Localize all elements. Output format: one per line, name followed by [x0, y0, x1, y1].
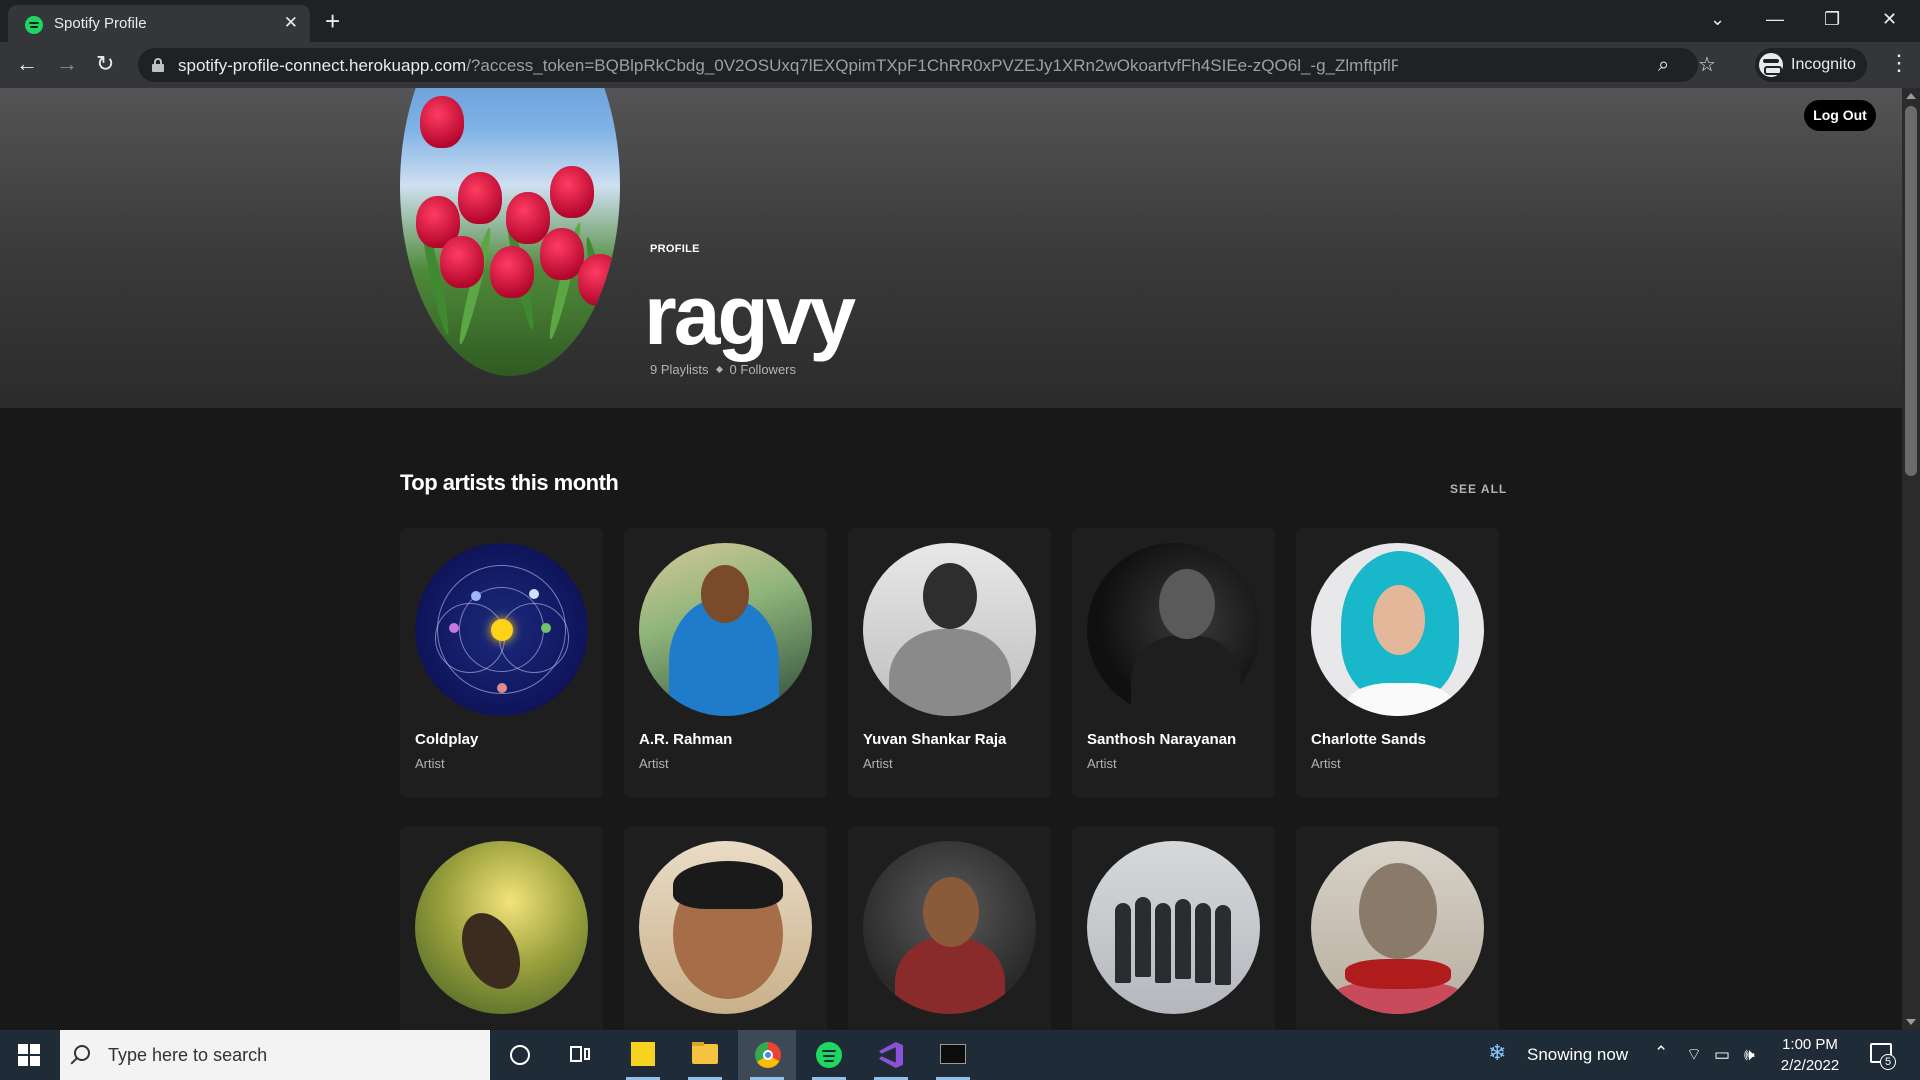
artist-type: Artist	[415, 756, 445, 771]
scroll-down-arrow-icon[interactable]	[1906, 1019, 1916, 1025]
taskbar-search-placeholder: Type here to search	[108, 1045, 268, 1065]
artist-image	[1087, 543, 1260, 716]
tab-search-chevron-icon[interactable]: ⌄	[1710, 8, 1725, 30]
artist-image	[639, 841, 812, 1014]
artist-name[interactable]: A.R. Rahman	[639, 731, 732, 748]
artist-card[interactable]	[400, 826, 603, 1030]
logout-button[interactable]: Log Out	[1804, 100, 1876, 131]
close-window-icon[interactable]: ✕	[1882, 8, 1897, 30]
cortana-icon[interactable]	[510, 1045, 530, 1065]
bookmark-star-icon[interactable]: ☆	[1698, 53, 1716, 77]
artist-card[interactable]: Yuvan Shankar Raja Artist	[848, 528, 1051, 798]
page-scrollbar[interactable]	[1902, 88, 1920, 1030]
artist-type: Artist	[1087, 756, 1117, 771]
spotify-favicon-icon	[25, 16, 43, 34]
chevron-up-icon[interactable]: ⌃	[1654, 1043, 1668, 1063]
artist-name[interactable]: Charlotte Sands	[1311, 731, 1426, 748]
artist-card[interactable]: Coldplay Artist	[400, 528, 603, 798]
artist-name[interactable]: Coldplay	[415, 731, 478, 748]
clock-time: 1:00 PM	[1782, 1036, 1838, 1053]
lock-icon[interactable]	[152, 58, 164, 72]
artist-card[interactable]	[624, 826, 827, 1030]
browser-tab[interactable]: Spotify Profile ✕	[8, 5, 310, 42]
chrome-icon[interactable]	[738, 1030, 796, 1080]
file-explorer-icon[interactable]	[676, 1030, 734, 1080]
spotify-icon[interactable]	[800, 1030, 858, 1080]
artist-image	[1311, 841, 1484, 1014]
artist-card[interactable]	[1072, 826, 1275, 1030]
artist-image	[863, 841, 1036, 1014]
followers-count: 0 Followers	[729, 362, 796, 377]
visual-studio-icon[interactable]	[862, 1030, 920, 1080]
search-icon	[74, 1045, 90, 1061]
page-viewport: PROFILE ragvy 9 Playlists 0 Followers Log…	[0, 88, 1920, 1030]
windows-taskbar: Type here to search ❄ Snowing now ⌃ ⌔ ▭ …	[0, 1030, 1920, 1080]
url-text[interactable]: spotify-profile-connect.herokuapp.com/?a…	[178, 56, 1398, 76]
weather-text[interactable]: Snowing now	[1527, 1045, 1628, 1065]
browser-toolbar: ← → ↻ spotify-profile-connect.herokuapp.…	[0, 42, 1920, 88]
profile-name: ragvy	[644, 268, 856, 362]
restore-icon[interactable]: ❐	[1824, 8, 1840, 30]
snowflake-icon[interactable]: ❄	[1488, 1042, 1506, 1064]
address-bar[interactable]: spotify-profile-connect.herokuapp.com/?a…	[138, 48, 1716, 82]
artist-card[interactable]: Santhosh Narayanan Artist	[1072, 528, 1275, 798]
tab-title: Spotify Profile	[54, 15, 147, 32]
volume-icon[interactable]: 🕪	[1744, 1045, 1755, 1065]
artist-type: Artist	[1311, 756, 1341, 771]
zoom-magnifier-icon[interactable]: ⌕	[1658, 53, 1669, 77]
battery-icon[interactable]: ▭	[1714, 1045, 1730, 1065]
profile-type-label: PROFILE	[650, 243, 700, 255]
new-tab-icon[interactable]: +	[325, 6, 340, 36]
artist-card[interactable]	[848, 826, 1051, 1030]
back-arrow-icon[interactable]: ←	[16, 52, 38, 76]
artist-name[interactable]: Yuvan Shankar Raja	[863, 731, 1006, 748]
notification-count-badge: 5	[1880, 1054, 1896, 1070]
wifi-icon[interactable]: ⌔	[1686, 1045, 1702, 1065]
artist-type: Artist	[863, 756, 893, 771]
incognito-indicator[interactable]: Incognito	[1755, 48, 1867, 82]
artist-image	[415, 841, 588, 1014]
artist-name[interactable]: Santhosh Narayanan	[1087, 731, 1236, 748]
reload-icon[interactable]: ↻	[96, 52, 114, 76]
artist-image	[1087, 841, 1260, 1014]
task-view-icon[interactable]	[570, 1046, 590, 1064]
artist-card[interactable]: Charlotte Sands Artist	[1296, 528, 1499, 798]
section-title: Top artists this month	[400, 470, 619, 495]
profile-avatar	[400, 88, 620, 376]
forward-arrow-icon[interactable]: →	[56, 52, 78, 76]
profile-stats: 9 Playlists 0 Followers	[650, 362, 796, 377]
clock-date: 2/2/2022	[1780, 1057, 1840, 1074]
profile-header: PROFILE ragvy 9 Playlists 0 Followers Log…	[0, 88, 1902, 408]
incognito-label: Incognito	[1791, 56, 1856, 73]
scroll-up-arrow-icon[interactable]	[1906, 93, 1916, 99]
artist-image	[639, 543, 812, 716]
scrollbar-thumb[interactable]	[1905, 106, 1917, 476]
minimize-icon[interactable]: —	[1766, 8, 1784, 30]
playlists-count: 9 Playlists	[650, 362, 709, 377]
artist-image	[415, 543, 588, 716]
windows-start-icon[interactable]	[18, 1044, 40, 1066]
see-all-link[interactable]: SEE ALL	[1450, 482, 1507, 496]
kebab-menu-icon[interactable]: ⋮	[1888, 51, 1910, 75]
artist-image	[1311, 543, 1484, 716]
terminal-icon[interactable]	[924, 1030, 982, 1080]
close-tab-icon[interactable]: ✕	[284, 13, 298, 33]
taskbar-search-box[interactable]: Type here to search	[60, 1030, 490, 1080]
artist-type: Artist	[639, 756, 669, 771]
incognito-icon	[1759, 53, 1783, 77]
artist-card[interactable]	[1296, 826, 1499, 1030]
artist-card[interactable]: A.R. Rahman Artist	[624, 528, 827, 798]
separator-dot-icon	[715, 365, 723, 374]
artist-image	[863, 543, 1036, 716]
taskbar-clock[interactable]: 1:00 PM 2/2/2022	[1770, 1034, 1850, 1076]
browser-tab-bar: Spotify Profile ✕ + ⌄ — ❐ ✕	[0, 0, 1920, 42]
sticky-notes-icon[interactable]	[614, 1030, 672, 1080]
